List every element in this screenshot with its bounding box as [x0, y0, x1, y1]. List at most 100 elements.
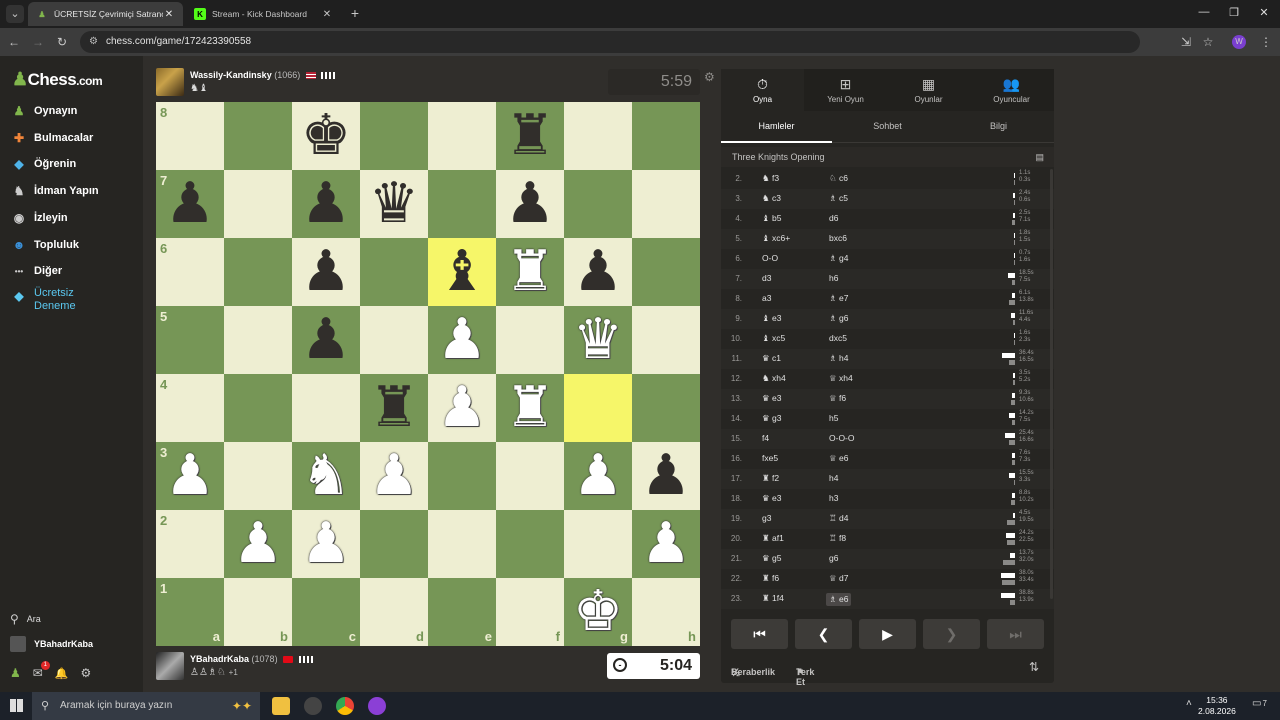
square-f1[interactable]: f	[496, 578, 564, 646]
opening-name[interactable]: Three Knights Opening	[732, 152, 825, 162]
square-b6[interactable]	[224, 238, 292, 306]
square-g3[interactable]: ♟	[564, 442, 632, 510]
sidebar-item-4[interactable]: ◉ İzleyin	[10, 207, 140, 229]
friends-icon[interactable]: ♟	[10, 666, 21, 680]
white-king-piece[interactable]: ♚	[573, 584, 623, 640]
black-move[interactable]: ♗ e7	[829, 293, 848, 304]
messages-icon[interactable]: ✉ 1	[33, 661, 50, 680]
white-move[interactable]: ♞ f3	[762, 173, 779, 184]
site-info-icon[interactable]: ⚙	[89, 31, 98, 53]
square-e6[interactable]: ♝	[428, 238, 496, 306]
black-pawn-piece[interactable]: ♟	[505, 176, 555, 232]
square-d4[interactable]: ♜	[360, 374, 428, 442]
square-e3[interactable]	[428, 442, 496, 510]
square-b1[interactable]: b	[224, 578, 292, 646]
install-app-icon[interactable]: ⇲	[1178, 34, 1194, 50]
sub-tab-0[interactable]: Hamleler	[721, 111, 832, 143]
black-move[interactable]: ♗ h4	[829, 353, 848, 364]
sub-tab-1[interactable]: Sohbet	[832, 111, 943, 143]
black-move[interactable]: ♗ g4	[829, 253, 848, 264]
square-c5[interactable]: ♟	[292, 306, 360, 374]
restore-icon[interactable]: ❐	[1224, 6, 1244, 19]
white-move[interactable]: ♛ g5	[762, 553, 781, 564]
black-move[interactable]: ♗ c5	[829, 193, 848, 204]
sidebar-item-5[interactable]: ☻ Topluluk	[10, 234, 140, 256]
windows-start-icon[interactable]	[10, 699, 23, 712]
square-g5[interactable]: ♛	[564, 306, 632, 374]
black-pawn-piece[interactable]: ♟	[301, 244, 351, 300]
white-pawn-piece[interactable]: ♟	[573, 448, 623, 504]
square-d2[interactable]	[360, 510, 428, 578]
white-pawn-piece[interactable]: ♟	[641, 516, 691, 572]
bottom-player-name[interactable]: YBahadrKaba	[190, 654, 249, 664]
tray-chevron-icon[interactable]: ˄	[1186, 698, 1192, 709]
close-tab-icon[interactable]: ✕	[321, 9, 333, 20]
close-tab-icon[interactable]: ✕	[163, 9, 175, 20]
black-move[interactable]: bxc6	[829, 233, 847, 243]
square-b4[interactable]	[224, 374, 292, 442]
panel-tab-2[interactable]: ▦ Oyunlar	[887, 69, 970, 111]
square-h3[interactable]: ♟	[632, 442, 700, 510]
white-move[interactable]: ♝ e3	[762, 313, 781, 324]
app-icon[interactable]	[368, 697, 386, 715]
white-move[interactable]: ♜ f2	[762, 473, 779, 484]
square-b2[interactable]: ♟	[224, 510, 292, 578]
black-move[interactable]: ♘ c6	[829, 173, 848, 184]
square-c3[interactable]: ♞	[292, 442, 360, 510]
flip-board-icon[interactable]: ⇅	[1029, 660, 1039, 674]
square-h2[interactable]: ♟	[632, 510, 700, 578]
white-move[interactable]: ♞ c3	[762, 193, 781, 204]
chess-board[interactable]: 8 ♚ ♜ 7 ♟ ♟ ♛ ♟ 6 ♟ ♝ ♜ ♟ 5 ♟ ♟ ♛ 4 ♜ ♟ ♜ 3 ♟ ♞ ♟ ♟ ♟ 2 ♟ ♟ ♟ 1 a b c d e f g ♚…	[156, 102, 700, 646]
square-c1[interactable]: c	[292, 578, 360, 646]
white-move[interactable]: g3	[762, 513, 771, 523]
black-move[interactable]: ♗ g6	[829, 313, 848, 324]
panel-tab-0[interactable]: ⏱ Oyna	[721, 69, 804, 111]
move-list-scrollbar[interactable]	[1050, 169, 1053, 599]
browser-menu-icon[interactable]: ⋮	[1258, 34, 1274, 50]
black-move[interactable]: ♕ xh4	[829, 373, 853, 384]
black-move[interactable]: ♕ f6	[829, 393, 846, 404]
chesscom-logo[interactable]: ♟Chess.com	[12, 69, 103, 90]
black-move[interactable]: O-O-O	[829, 433, 855, 443]
black-pawn-piece[interactable]: ♟	[301, 312, 351, 368]
white-queen-piece[interactable]: ♛	[573, 312, 623, 368]
black-queen-piece[interactable]: ♛	[369, 176, 419, 232]
square-d7[interactable]: ♛	[360, 170, 428, 238]
sidebar-search[interactable]: ⚲ Ara	[10, 612, 41, 626]
play-button[interactable]: ▶	[859, 619, 916, 649]
back-arrow-icon[interactable]: ←	[6, 34, 22, 50]
square-d3[interactable]: ♟	[360, 442, 428, 510]
black-move[interactable]: g6	[829, 553, 838, 563]
black-move[interactable]: dxc5	[829, 333, 847, 343]
square-f3[interactable]	[496, 442, 564, 510]
square-d8[interactable]	[360, 102, 428, 170]
settings-gear-icon[interactable]: ⚙	[81, 666, 92, 680]
taskbar-clock[interactable]: 15:36 2.08.2026	[1198, 695, 1236, 717]
black-move[interactable]: h4	[829, 473, 838, 483]
square-g8[interactable]	[564, 102, 632, 170]
white-move[interactable]: ♝ b5	[762, 213, 781, 224]
minimize-icon[interactable]: —	[1194, 6, 1214, 18]
black-move[interactable]: h3	[829, 493, 838, 503]
black-bishop-piece[interactable]: ♝	[437, 244, 487, 300]
square-e1[interactable]: e	[428, 578, 496, 646]
square-b5[interactable]	[224, 306, 292, 374]
taskbar-search-box[interactable]: ⚲ Aramak için buraya yazın ✦✦	[32, 692, 260, 720]
white-move[interactable]: ♜ f6	[762, 573, 779, 584]
next-move-button[interactable]: ❯	[923, 619, 980, 649]
white-move[interactable]: d3	[762, 273, 771, 283]
square-a3[interactable]: 3 ♟	[156, 442, 224, 510]
square-f5[interactable]	[496, 306, 564, 374]
white-move[interactable]: ♛ e3	[762, 393, 781, 404]
forward-arrow-icon[interactable]: →	[30, 34, 46, 50]
black-rook-piece[interactable]: ♜	[369, 380, 419, 436]
black-rook-piece[interactable]: ♜	[505, 108, 555, 164]
square-e4[interactable]: ♟	[428, 374, 496, 442]
square-g1[interactable]: g ♚	[564, 578, 632, 646]
square-f6[interactable]: ♜	[496, 238, 564, 306]
sidebar-item-6[interactable]: ••• Diğer	[10, 260, 140, 282]
black-pawn-piece[interactable]: ♟	[573, 244, 623, 300]
square-c2[interactable]: ♟	[292, 510, 360, 578]
bottom-player-avatar[interactable]	[156, 652, 184, 680]
white-move[interactable]: fxe5	[762, 453, 778, 463]
